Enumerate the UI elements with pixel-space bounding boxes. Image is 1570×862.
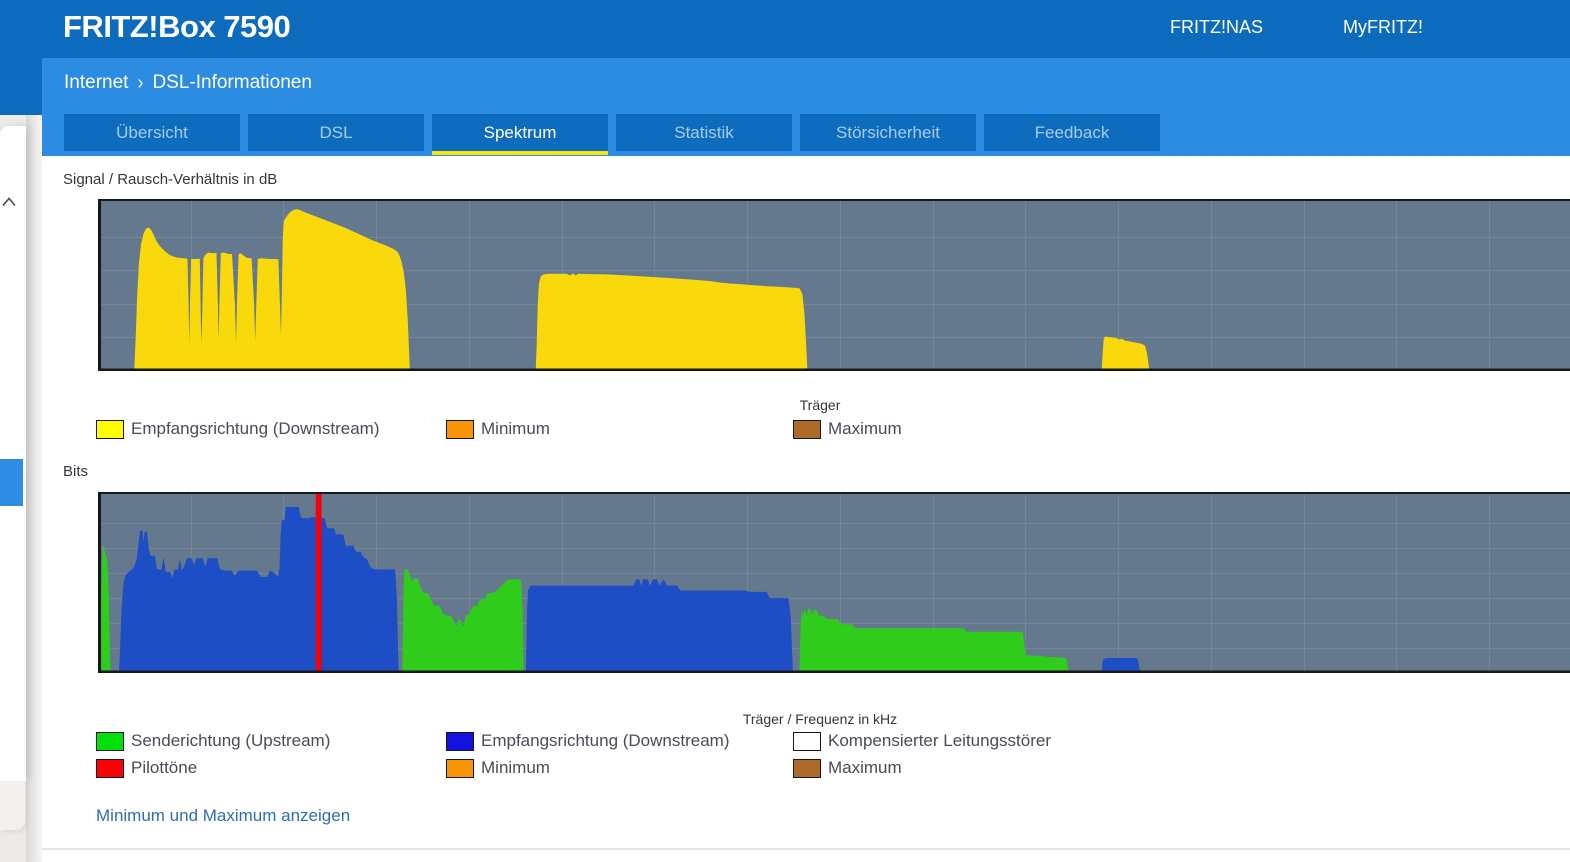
x-tick-label: 1280: [0, 121, 785, 138]
axis-bottom: [98, 368, 1570, 371]
legend-item-pilott-ne: Pilottöne: [96, 758, 197, 778]
legend-label: Empfangsrichtung (Downstream): [131, 419, 380, 438]
tab-feedback[interactable]: Feedback: [984, 114, 1160, 151]
tab-label: Feedback: [1034, 122, 1110, 142]
snr-chart-x-axis-label: Träger: [799, 397, 841, 413]
legend-item-senderichtung-upstream-: Senderichtung (Upstream): [96, 731, 330, 751]
x-tick-label: 3584: [0, 780, 785, 797]
v-gridline: [840, 199, 841, 371]
v-gridline: [1304, 492, 1305, 673]
v-gridline: [1025, 492, 1026, 673]
x-tick-label: 2560: [0, 688, 785, 705]
x-tick-label: 4096: [0, 374, 785, 391]
x-tick-label: 3840: [0, 351, 785, 368]
v-gridline: [1489, 199, 1490, 371]
legend-item-kompensierter-leitungsst-rer: Kompensierter Leitungsstörer: [793, 731, 1051, 751]
v-gridline: [1025, 199, 1026, 371]
legend-swatch: [793, 419, 821, 439]
legend-label: Minimum: [481, 758, 550, 777]
x-tick-label: 768: [0, 75, 785, 92]
x-tick-label: 2304: [0, 213, 785, 230]
legend-swatch: [446, 419, 474, 439]
legend-label: Minimum: [481, 419, 550, 438]
x-tick-label: 1536: [0, 144, 785, 161]
x-tick-label: 2816: [0, 259, 785, 276]
x-tick-label: 2048: [0, 642, 785, 659]
v-gridline: [1489, 492, 1490, 673]
legend-swatch: [793, 758, 821, 778]
v-gridline: [1211, 492, 1212, 673]
x-tick-label: 1536: [0, 596, 785, 613]
x-tick-label: 1792: [0, 167, 785, 184]
legend-label: Senderichtung (Upstream): [131, 731, 331, 750]
x-tick-label: 3584: [0, 328, 785, 345]
x-tick-label: 3072: [0, 282, 785, 299]
legend-item-empfangsrichtung-downstream-: Empfangsrichtung (Downstream): [96, 419, 379, 439]
legend-label: Maximum: [828, 758, 902, 777]
tab-label: Störsicherheit: [836, 122, 940, 142]
x-tick-label: 512: [0, 52, 785, 69]
legend-label: Kompensierter Leitungsstörer: [828, 731, 1052, 750]
x-tick-label: 512: [0, 504, 785, 521]
x-tick-label: 0: [0, 6, 785, 23]
legend-item-empfangsrichtung-downstream-: Empfangsrichtung (Downstream): [446, 731, 729, 751]
x-tick-label: 256: [0, 481, 785, 498]
v-gridline: [1118, 492, 1119, 673]
x-tick-label: 768: [0, 527, 785, 544]
x-tick-label: 256: [0, 29, 785, 46]
legend-swatch: [446, 758, 474, 778]
x-tick-freq-label: 0.0: [0, 843, 785, 860]
legend-swatch: [96, 758, 124, 778]
v-gridline: [1396, 199, 1397, 371]
legend-label: Empfangsrichtung (Downstream): [481, 731, 730, 750]
legend-swatch: [96, 731, 124, 751]
x-tick-label: 3328: [0, 305, 785, 322]
x-tick-label: 2816: [0, 711, 785, 728]
tab-strsicherheit[interactable]: Störsicherheit: [800, 114, 976, 151]
legend-label: Maximum: [828, 419, 902, 438]
fritznas-link[interactable]: FRITZ!NAS: [1170, 17, 1263, 38]
legend-swatch: [96, 419, 124, 439]
legend-item-maximum: Maximum: [793, 419, 902, 439]
fritzbox-spektrum-page: FRITZ!Box 7590 FRITZ!NAS MyFRITZ! Intern…: [0, 0, 1570, 862]
x-tick-label: 4096: [0, 826, 785, 843]
x-tick-label: 1024: [0, 98, 785, 115]
v-gridline: [1211, 199, 1212, 371]
legend-swatch: [793, 731, 821, 751]
myfritz-link[interactable]: MyFRITZ!: [1343, 17, 1423, 38]
x-tick-label: 1792: [0, 619, 785, 636]
x-tick-label: 2304: [0, 665, 785, 682]
x-tick-label: 1024: [0, 550, 785, 567]
legend-label: Pilottöne: [131, 758, 198, 777]
x-tick-label: 2560: [0, 236, 785, 253]
v-gridline: [933, 199, 934, 371]
x-tick-label: 2048: [0, 190, 785, 207]
legend-item-minimum: Minimum: [446, 419, 550, 439]
v-gridline: [1396, 492, 1397, 673]
legend-item-maximum: Maximum: [793, 758, 902, 778]
x-tick-label: 1280: [0, 573, 785, 590]
legend-swatch: [446, 731, 474, 751]
x-tick-label: 3840: [0, 803, 785, 820]
legend-item-minimum: Minimum: [446, 758, 550, 778]
x-tick-label: 0: [0, 458, 785, 475]
v-gridline: [1304, 199, 1305, 371]
